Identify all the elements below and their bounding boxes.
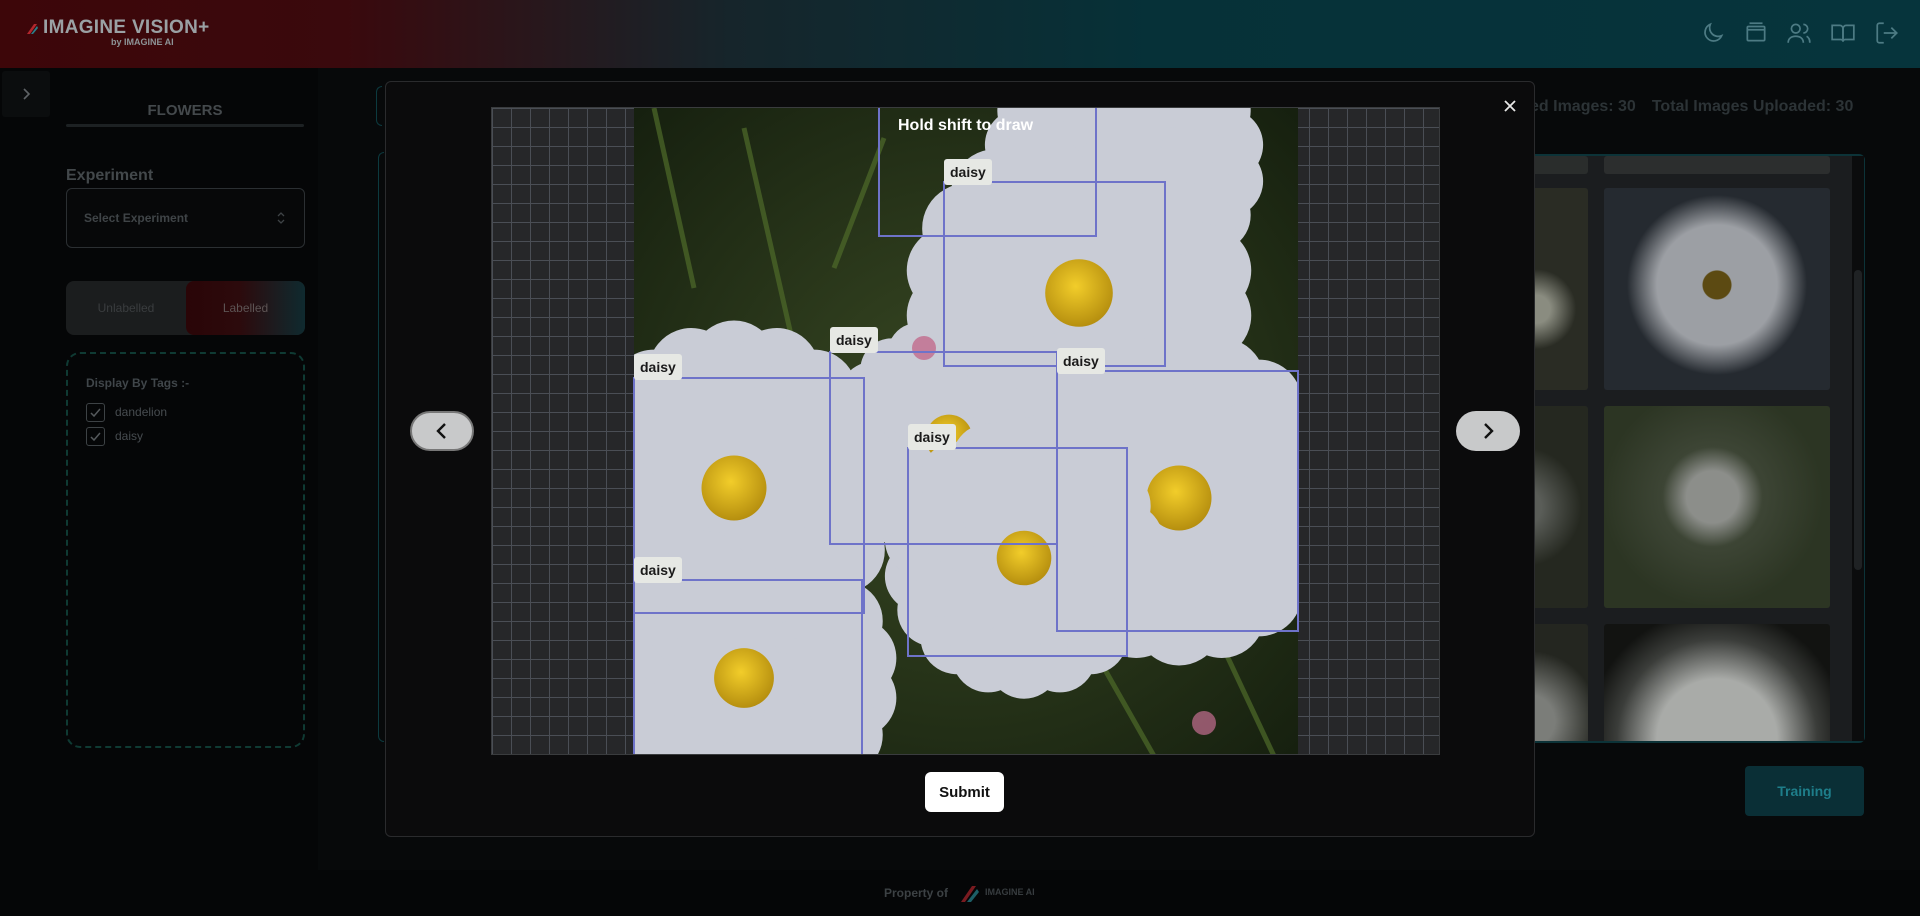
book-icon[interactable] [1830, 20, 1856, 46]
tag-label: dandelion [115, 405, 168, 419]
tags-filter-title: Display By Tags :- [86, 376, 190, 390]
image-counts: ed Images: 30 Total Images Uploaded: 30 [1530, 98, 1853, 116]
logo-subtitle: by IMAGINE AI [111, 37, 174, 47]
draw-hint: Hold shift to draw [898, 117, 1034, 134]
experiment-select-value: Select Experiment [84, 211, 189, 225]
tags-filter-panel: Display By Tags :- dandelion daisy [66, 352, 305, 748]
logo-title: IMAGINE VISION+ [43, 17, 210, 38]
logout-icon[interactable] [1874, 20, 1900, 46]
unlabelled-tab[interactable]: Unlabelled [66, 281, 186, 335]
logo-mark-icon [27, 24, 38, 34]
annotation-label[interactable]: daisy [634, 354, 682, 380]
image-grid [1512, 154, 1865, 743]
label-filter-toggle: Unlabelled Labelled [66, 281, 305, 335]
app-logo[interactable]: IMAGINE VISION+ by IMAGINE AI [25, 17, 209, 49]
checkbox-checked-icon[interactable] [86, 402, 105, 422]
total-images-count: Total Images Uploaded: 30 [1651, 98, 1854, 115]
select-chevrons-icon [277, 212, 285, 224]
labelled-images-count: ed Images: 30 [1530, 98, 1636, 115]
labelled-tab[interactable]: Labelled [186, 281, 305, 335]
tag-label: daisy [115, 429, 144, 443]
annotation-canvas[interactable]: daisy daisy daisy daisy daisy daisy [491, 107, 1440, 755]
chevron-right-icon [23, 88, 31, 100]
users-icon[interactable] [1786, 20, 1812, 46]
moon-icon[interactable] [1700, 20, 1726, 46]
annotation-label[interactable]: daisy [634, 557, 682, 583]
project-title: FLOWERS [147, 102, 223, 119]
image-thumbnail[interactable] [1604, 406, 1830, 608]
image-thumbnail[interactable] [1604, 156, 1830, 174]
tag-filter-daisy[interactable]: daisy [86, 426, 143, 446]
sidebar-expand-button[interactable] [2, 71, 50, 117]
annotation-label[interactable]: daisy [830, 327, 878, 353]
footer-logo-text: IMAGINE AI [985, 887, 1035, 897]
footer-logo-mark-icon [961, 886, 979, 902]
image-thumbnail[interactable] [1604, 624, 1830, 741]
bounding-box[interactable] [943, 181, 1166, 367]
chevron-right-icon [1484, 423, 1494, 439]
annotation-label[interactable]: daisy [908, 424, 956, 450]
footer-logo: IMAGINE AI [960, 884, 1036, 904]
project-title-divider [66, 124, 304, 127]
footer-property-text: Property of [884, 886, 949, 900]
image-thumbnail[interactable] [1604, 188, 1830, 390]
bg-header-accent [376, 86, 382, 126]
previous-image-button[interactable] [410, 411, 474, 451]
grid-scrollbar-thumb[interactable] [1854, 270, 1862, 570]
training-button[interactable]: Training [1745, 766, 1864, 816]
annotation-label[interactable]: daisy [1057, 348, 1105, 374]
bounding-box[interactable] [633, 579, 863, 754]
tag-filter-dandelion[interactable]: dandelion [86, 402, 167, 422]
experiment-label: Experiment [66, 167, 154, 184]
checkbox-checked-icon[interactable] [86, 426, 105, 446]
app-header: IMAGINE VISION+ by IMAGINE AI [0, 0, 1920, 68]
submit-button[interactable]: Submit [925, 772, 1004, 812]
close-icon[interactable] [1500, 96, 1520, 116]
annotation-label[interactable]: daisy [944, 159, 992, 185]
next-image-button[interactable] [1456, 411, 1520, 451]
bg-grid-accent [378, 152, 384, 742]
bounding-box[interactable] [907, 447, 1128, 657]
chevron-left-icon [436, 423, 446, 439]
experiment-select[interactable]: Select Experiment [66, 188, 305, 248]
gallery-icon[interactable] [1743, 20, 1769, 46]
